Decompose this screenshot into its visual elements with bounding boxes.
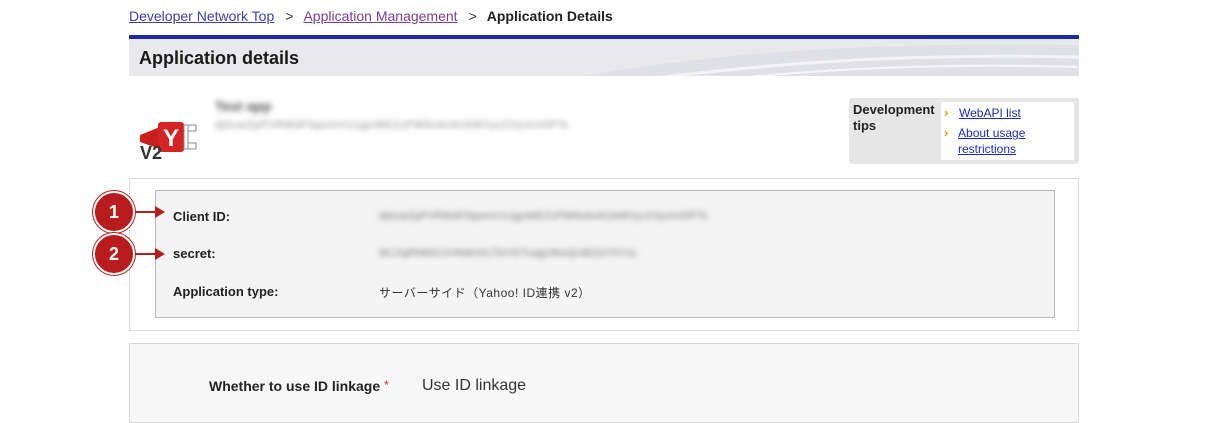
app-header: Y V2 Test app dj0zaiZpPVRWdFNpemV1cjgxWE…: [129, 88, 1079, 176]
chevron-right-icon: ›: [944, 105, 949, 120]
id-linkage-label: Whether to use ID linkage *: [209, 378, 389, 394]
app-name: Test app: [215, 98, 272, 114]
app-key: dj0zaiZpPVRWdFNpemV1cjgxWEZzPWNvbnN1bWVy…: [215, 120, 570, 131]
required-mark: *: [384, 378, 389, 392]
annotation-marker-2: 2: [93, 233, 135, 275]
usage-restrictions-link[interactable]: About usage restrictions: [958, 125, 1074, 157]
page-title: Application details: [139, 48, 300, 68]
page-title-bar: Application details: [129, 35, 1079, 76]
webapi-list-link[interactable]: WebAPI list: [959, 105, 1021, 121]
decorative-swoosh: [582, 44, 1079, 76]
breadcrumb-application-management[interactable]: Application Management: [303, 8, 457, 24]
id-linkage-value: Use ID linkage: [422, 377, 527, 394]
development-tips-label: Development tips: [853, 102, 935, 133]
client-id-row: Client ID: dj0zaiZpPVRWdFNpemV1cjgxWEZzP…: [173, 209, 708, 224]
credentials-box: Client ID: dj0zaiZpPVRWdFNpemV1cjgxWEZzP…: [155, 190, 1055, 318]
svg-text:Y: Y: [163, 125, 179, 152]
id-linkage-section: Whether to use ID linkage * Use ID linkag…: [129, 343, 1079, 423]
application-type-label: Application type:: [173, 284, 279, 299]
breadcrumb-current: Application Details: [486, 8, 613, 24]
application-type-row: Application type: サーバーサイド（Yahoo! ID連携 v2…: [173, 284, 591, 301]
client-id-label: Client ID:: [173, 209, 231, 224]
secret-value[interactable]: WLXgRhM2cVnNdmHLTktYETuqgVAmQrdDZeYhYxL: [379, 246, 638, 261]
breadcrumb-separator: >: [285, 8, 294, 24]
annotation-marker-1: 1: [93, 191, 135, 233]
development-tips-links: › WebAPI list › About usage restrictions: [941, 102, 1074, 160]
annotation-arrow-1: [135, 206, 165, 218]
secret-row: secret: WLXgRhM2cVnNdmHLTktYETuqgVAmQrdD…: [173, 246, 638, 261]
application-type-value: サーバーサイド（Yahoo! ID連携 v2）: [379, 286, 591, 300]
version-badge: V2: [140, 143, 163, 163]
annotation-arrow-2: [135, 248, 165, 260]
tip-link-row: › About usage restrictions: [944, 125, 1074, 157]
development-tips-panel: Development tips › WebAPI list › About u…: [849, 98, 1079, 164]
breadcrumb: Developer Network Top > Application Mana…: [129, 8, 613, 24]
secret-label: secret:: [173, 246, 216, 261]
tip-link-row: › WebAPI list: [944, 105, 1021, 121]
credentials-section: Client ID: dj0zaiZpPVRWdFNpemV1cjgxWEZzP…: [129, 178, 1079, 331]
client-id-value[interactable]: dj0zaiZpPVRWdFNpemV1cjgxWEZzPWNvbnN1bWVy…: [379, 209, 708, 224]
chevron-right-icon: ›: [944, 125, 949, 140]
breadcrumb-separator: >: [468, 8, 477, 24]
id-linkage-label-text: Whether to use ID linkage: [209, 378, 381, 394]
breadcrumb-developer-network-top[interactable]: Developer Network Top: [129, 8, 274, 24]
